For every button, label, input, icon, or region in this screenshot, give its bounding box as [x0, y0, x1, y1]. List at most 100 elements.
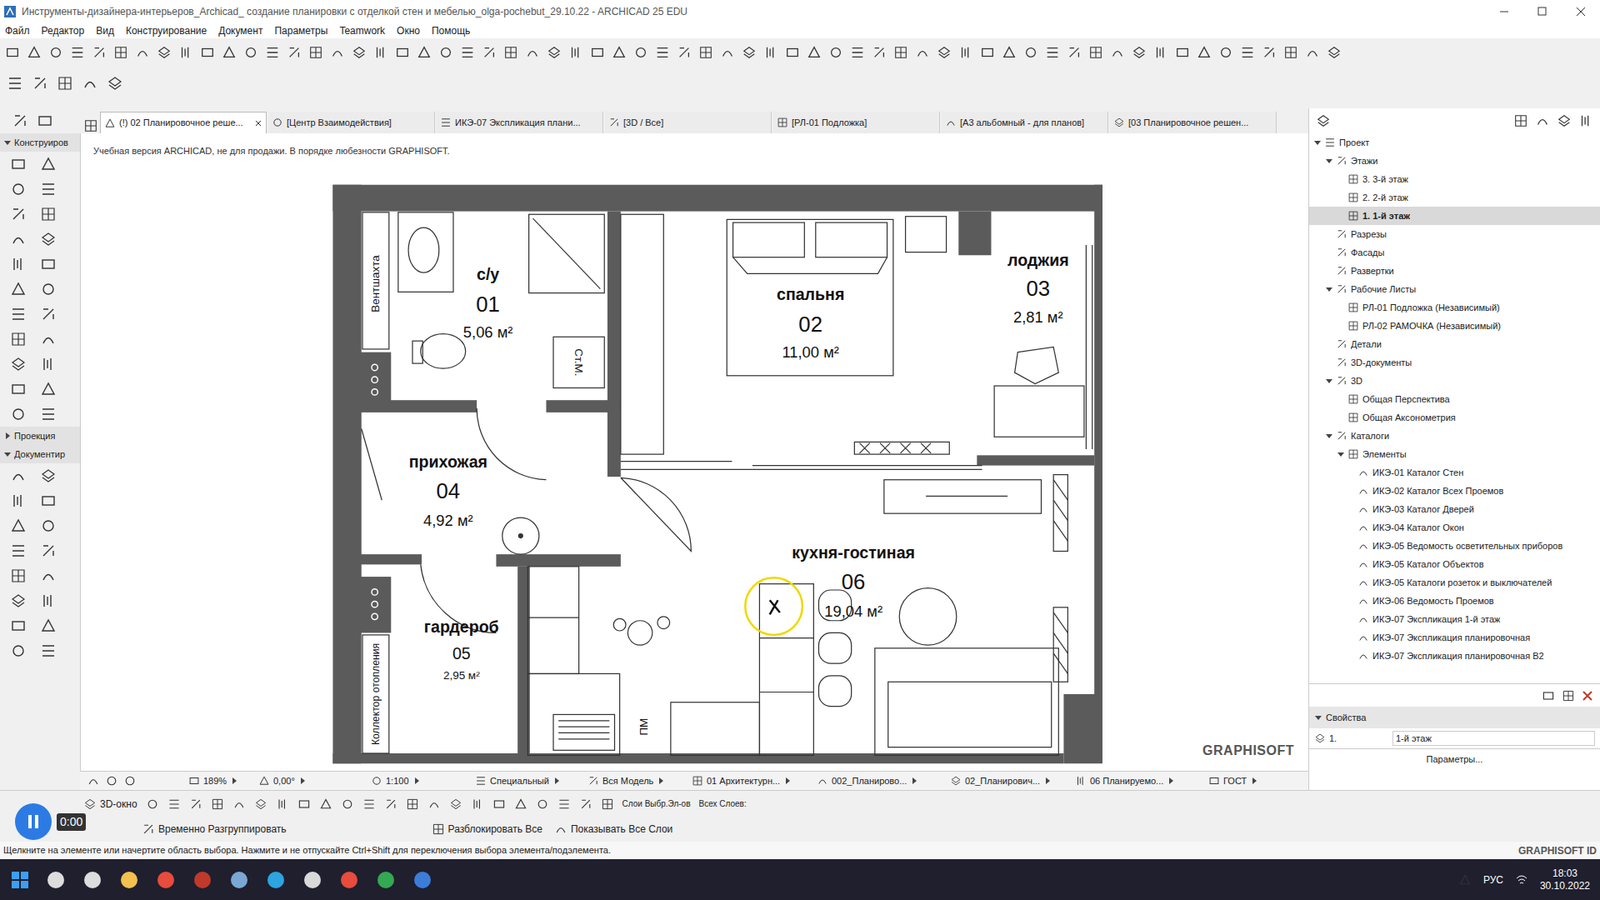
- close-icon[interactable]: [1561, 0, 1600, 23]
- taskbar-app-icon[interactable]: [118, 869, 140, 891]
- tool-icon[interactable]: [535, 797, 550, 811]
- tree-item[interactable]: РЛ-02 РАМОЧКА (Независимый): [1309, 316, 1600, 335]
- tree-item-icon[interactable]: [1357, 558, 1370, 570]
- ventshaft[interactable]: [362, 212, 390, 350]
- tool-icon[interactable]: [785, 45, 800, 60]
- clone-view-icon[interactable]: [1561, 689, 1575, 703]
- tool-icon[interactable]: [31, 75, 49, 92]
- tool-icon[interactable]: [178, 45, 194, 60]
- tab-icon[interactable]: [945, 116, 957, 129]
- tool-icon[interactable]: [1196, 45, 1212, 60]
- tool-icon[interactable]: [56, 75, 74, 92]
- tool-icon[interactable]: [481, 45, 497, 60]
- tool-icon[interactable]: [416, 45, 432, 60]
- tool-icon[interactable]: [590, 45, 605, 60]
- tool-icon[interactable]: [135, 45, 150, 60]
- tool-icon[interactable]: [449, 797, 463, 811]
- view-setting[interactable]: Специальный: [475, 774, 588, 789]
- tool-icon[interactable]: [40, 405, 57, 423]
- navigator-view-icon[interactable]: [1535, 113, 1550, 129]
- view-setting[interactable]: 06 Планируемо...: [1075, 774, 1209, 789]
- tree-item-icon[interactable]: [1347, 191, 1360, 204]
- dropdown-icon[interactable]: [412, 776, 421, 785]
- expand-icon[interactable]: [3, 431, 12, 440]
- setting-icon[interactable]: [188, 775, 200, 787]
- tab-icon[interactable]: [1113, 116, 1125, 129]
- dropdown-icon[interactable]: [1166, 776, 1175, 785]
- tool-icon[interactable]: [265, 45, 280, 60]
- tree-item-icon[interactable]: [1357, 503, 1370, 515]
- drawing-canvas[interactable]: Учебная версия ARCHICAD, не для продажи.…: [80, 133, 1309, 771]
- zoom-in-icon[interactable]: [105, 774, 119, 788]
- tool-icon[interactable]: [6, 75, 24, 92]
- expand-icon[interactable]: [1325, 285, 1334, 294]
- taskbar-app-icon[interactable]: [228, 869, 250, 891]
- tree-item-icon[interactable]: [1357, 631, 1370, 644]
- tool-icon[interactable]: [1045, 45, 1060, 60]
- tree-item-icon[interactable]: [1347, 448, 1360, 460]
- tool-icon[interactable]: [10, 155, 27, 173]
- wall[interactable]: [607, 211, 621, 477]
- view-tab[interactable]: [3D / Все]: [605, 111, 772, 134]
- taskbar-app-icon[interactable]: [81, 869, 104, 891]
- tool-icon[interactable]: [40, 305, 57, 323]
- tool-icon[interactable]: [1305, 45, 1320, 60]
- tool-icon[interactable]: [10, 592, 27, 610]
- tool-icon[interactable]: [10, 355, 27, 373]
- tool-icon[interactable]: [40, 255, 57, 273]
- tool-icon[interactable]: [40, 205, 57, 223]
- tool-icon[interactable]: [167, 797, 181, 811]
- tool-icon[interactable]: [26, 45, 42, 60]
- tree-item-icon[interactable]: [1335, 265, 1348, 277]
- tool-icon[interactable]: [1066, 45, 1082, 60]
- marquee-tool-icon[interactable]: [36, 112, 54, 130]
- tool-icon[interactable]: [611, 45, 627, 60]
- zoom-out-icon[interactable]: [123, 774, 137, 788]
- tool-icon[interactable]: [106, 75, 124, 92]
- tool-icon[interactable]: [232, 797, 246, 811]
- tree-item[interactable]: ИКЭ-05 Ведомость осветительных приборов: [1309, 536, 1600, 555]
- setting-icon[interactable]: [370, 775, 383, 787]
- parameters-button[interactable]: Параметры...: [1309, 748, 1600, 770]
- tool-icon[interactable]: [243, 45, 259, 60]
- wall[interactable]: [360, 576, 392, 633]
- tree-item-icon[interactable]: [1347, 411, 1360, 424]
- tree-item[interactable]: Общая Перспектива: [1309, 390, 1600, 409]
- tree-item[interactable]: Разрезы: [1309, 225, 1600, 244]
- tool-icon[interactable]: [286, 45, 302, 60]
- wall[interactable]: [545, 400, 620, 413]
- navigator-view-icon[interactable]: [1578, 113, 1594, 129]
- wall[interactable]: [360, 352, 392, 406]
- tool-icon[interactable]: [1088, 45, 1104, 60]
- tree-item[interactable]: 3D-документы: [1309, 353, 1600, 372]
- wall[interactable]: [976, 455, 1095, 465]
- tool-icon[interactable]: [1261, 45, 1277, 60]
- setting-icon[interactable]: [950, 775, 962, 787]
- tool-icon[interactable]: [10, 230, 27, 248]
- 3d-window-button[interactable]: 3D-окно: [83, 796, 138, 812]
- tool-icon[interactable]: [806, 45, 822, 60]
- menu-item[interactable]: Окно: [396, 23, 420, 39]
- tool-icon[interactable]: [362, 797, 376, 811]
- view-tab[interactable]: [РЛ-01 Подложка]: [773, 111, 940, 134]
- tab-icon[interactable]: [608, 116, 620, 129]
- tree-item-icon[interactable]: [1357, 650, 1370, 662]
- view-setting[interactable]: 01 Архитектурн...: [691, 774, 817, 789]
- menu-item[interactable]: Документ: [218, 23, 263, 39]
- taskbar-app-icon[interactable]: [45, 869, 67, 891]
- tree-item[interactable]: ИКЭ-04 Каталог Окон: [1309, 518, 1600, 537]
- room-label[interactable]: прихожая044,92 м²: [409, 452, 488, 530]
- tool-icon[interactable]: [1001, 45, 1017, 60]
- wall[interactable]: [958, 211, 991, 256]
- tool-icon[interactable]: [156, 45, 172, 60]
- tree-item-icon[interactable]: [1357, 466, 1370, 479]
- clock[interactable]: 18:0330.10.2022: [1540, 867, 1590, 892]
- wall[interactable]: [332, 185, 1103, 212]
- tool-icon[interactable]: [438, 45, 454, 60]
- tool-icon[interactable]: [579, 797, 593, 811]
- setting-icon[interactable]: [1075, 775, 1087, 787]
- tool-icon[interactable]: [698, 45, 714, 60]
- tool-icon[interactable]: [330, 45, 345, 60]
- taskbar-app-icon[interactable]: [301, 869, 324, 891]
- edit-icon[interactable]: [141, 822, 155, 836]
